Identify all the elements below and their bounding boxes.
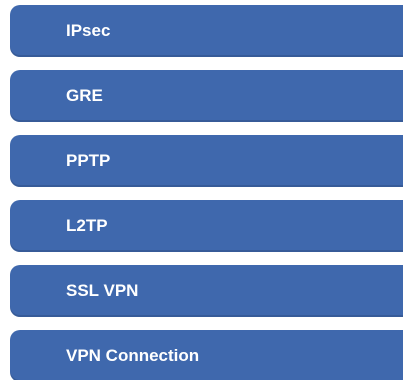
menu-item-ipsec[interactable]: IPsec <box>10 5 403 57</box>
menu-item-ssl-vpn[interactable]: SSL VPN <box>10 265 403 317</box>
menu-item-pptp[interactable]: PPTP <box>10 135 403 187</box>
menu-item-gre[interactable]: GRE <box>10 70 403 122</box>
menu-item-label: L2TP <box>66 216 108 235</box>
menu-item-vpn-connection[interactable]: VPN Connection <box>10 330 403 380</box>
menu-item-label: IPsec <box>66 21 111 40</box>
menu-item-label: SSL VPN <box>66 281 139 300</box>
vpn-menu: IPsec GRE PPTP L2TP SSL VPN VPN Connecti… <box>0 0 403 380</box>
menu-item-label: GRE <box>66 86 103 105</box>
menu-item-label: VPN Connection <box>66 346 200 365</box>
menu-item-label: PPTP <box>66 151 111 170</box>
menu-item-l2tp[interactable]: L2TP <box>10 200 403 252</box>
